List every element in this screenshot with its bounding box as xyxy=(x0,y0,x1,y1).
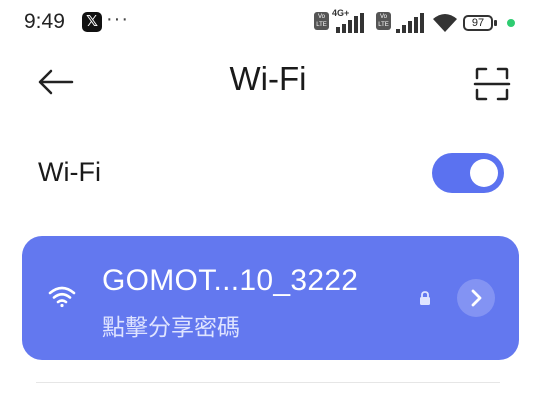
network-details-button[interactable] xyxy=(457,279,495,317)
chevron-right-icon xyxy=(471,289,482,307)
qr-scan-icon xyxy=(473,67,511,101)
share-password-hint: 點擊分享密碼 xyxy=(102,315,240,341)
battery-tip xyxy=(494,20,497,26)
signal-strength-icon-2 xyxy=(396,13,424,33)
divider xyxy=(36,382,500,383)
page-title: Wi-Fi xyxy=(229,60,307,97)
charging-indicator xyxy=(507,19,515,27)
volte-icon: Vo LTE xyxy=(314,12,329,30)
status-time: 9:49 xyxy=(24,10,65,33)
wifi-signal-icon xyxy=(48,286,76,308)
back-button[interactable] xyxy=(34,62,78,102)
lock-icon xyxy=(420,291,430,305)
back-arrow-icon xyxy=(38,69,74,95)
battery-icon: 97 xyxy=(463,15,493,31)
network-ssid: GOMOT...10_3222 xyxy=(102,264,359,297)
volte-icon-2: Vo LTE xyxy=(376,12,391,30)
more-notifications-icon: ··· xyxy=(106,8,129,30)
wifi-toggle-switch[interactable] xyxy=(432,153,504,193)
status-bar: 9:49 𝕏 ··· Vo LTE 4G+ Vo LTE 97 xyxy=(0,0,536,50)
toggle-knob xyxy=(470,159,498,187)
connected-network-card[interactable]: GOMOT...10_3222 點擊分享密碼 xyxy=(22,236,519,360)
x-app-icon: 𝕏 xyxy=(82,12,102,32)
wifi-toggle-row[interactable]: Wi-Fi xyxy=(0,145,536,205)
wifi-toggle-label: Wi-Fi xyxy=(38,157,101,187)
signal-strength-icon xyxy=(336,13,364,33)
wifi-status-icon xyxy=(433,14,457,32)
qr-scan-button[interactable] xyxy=(472,64,512,104)
